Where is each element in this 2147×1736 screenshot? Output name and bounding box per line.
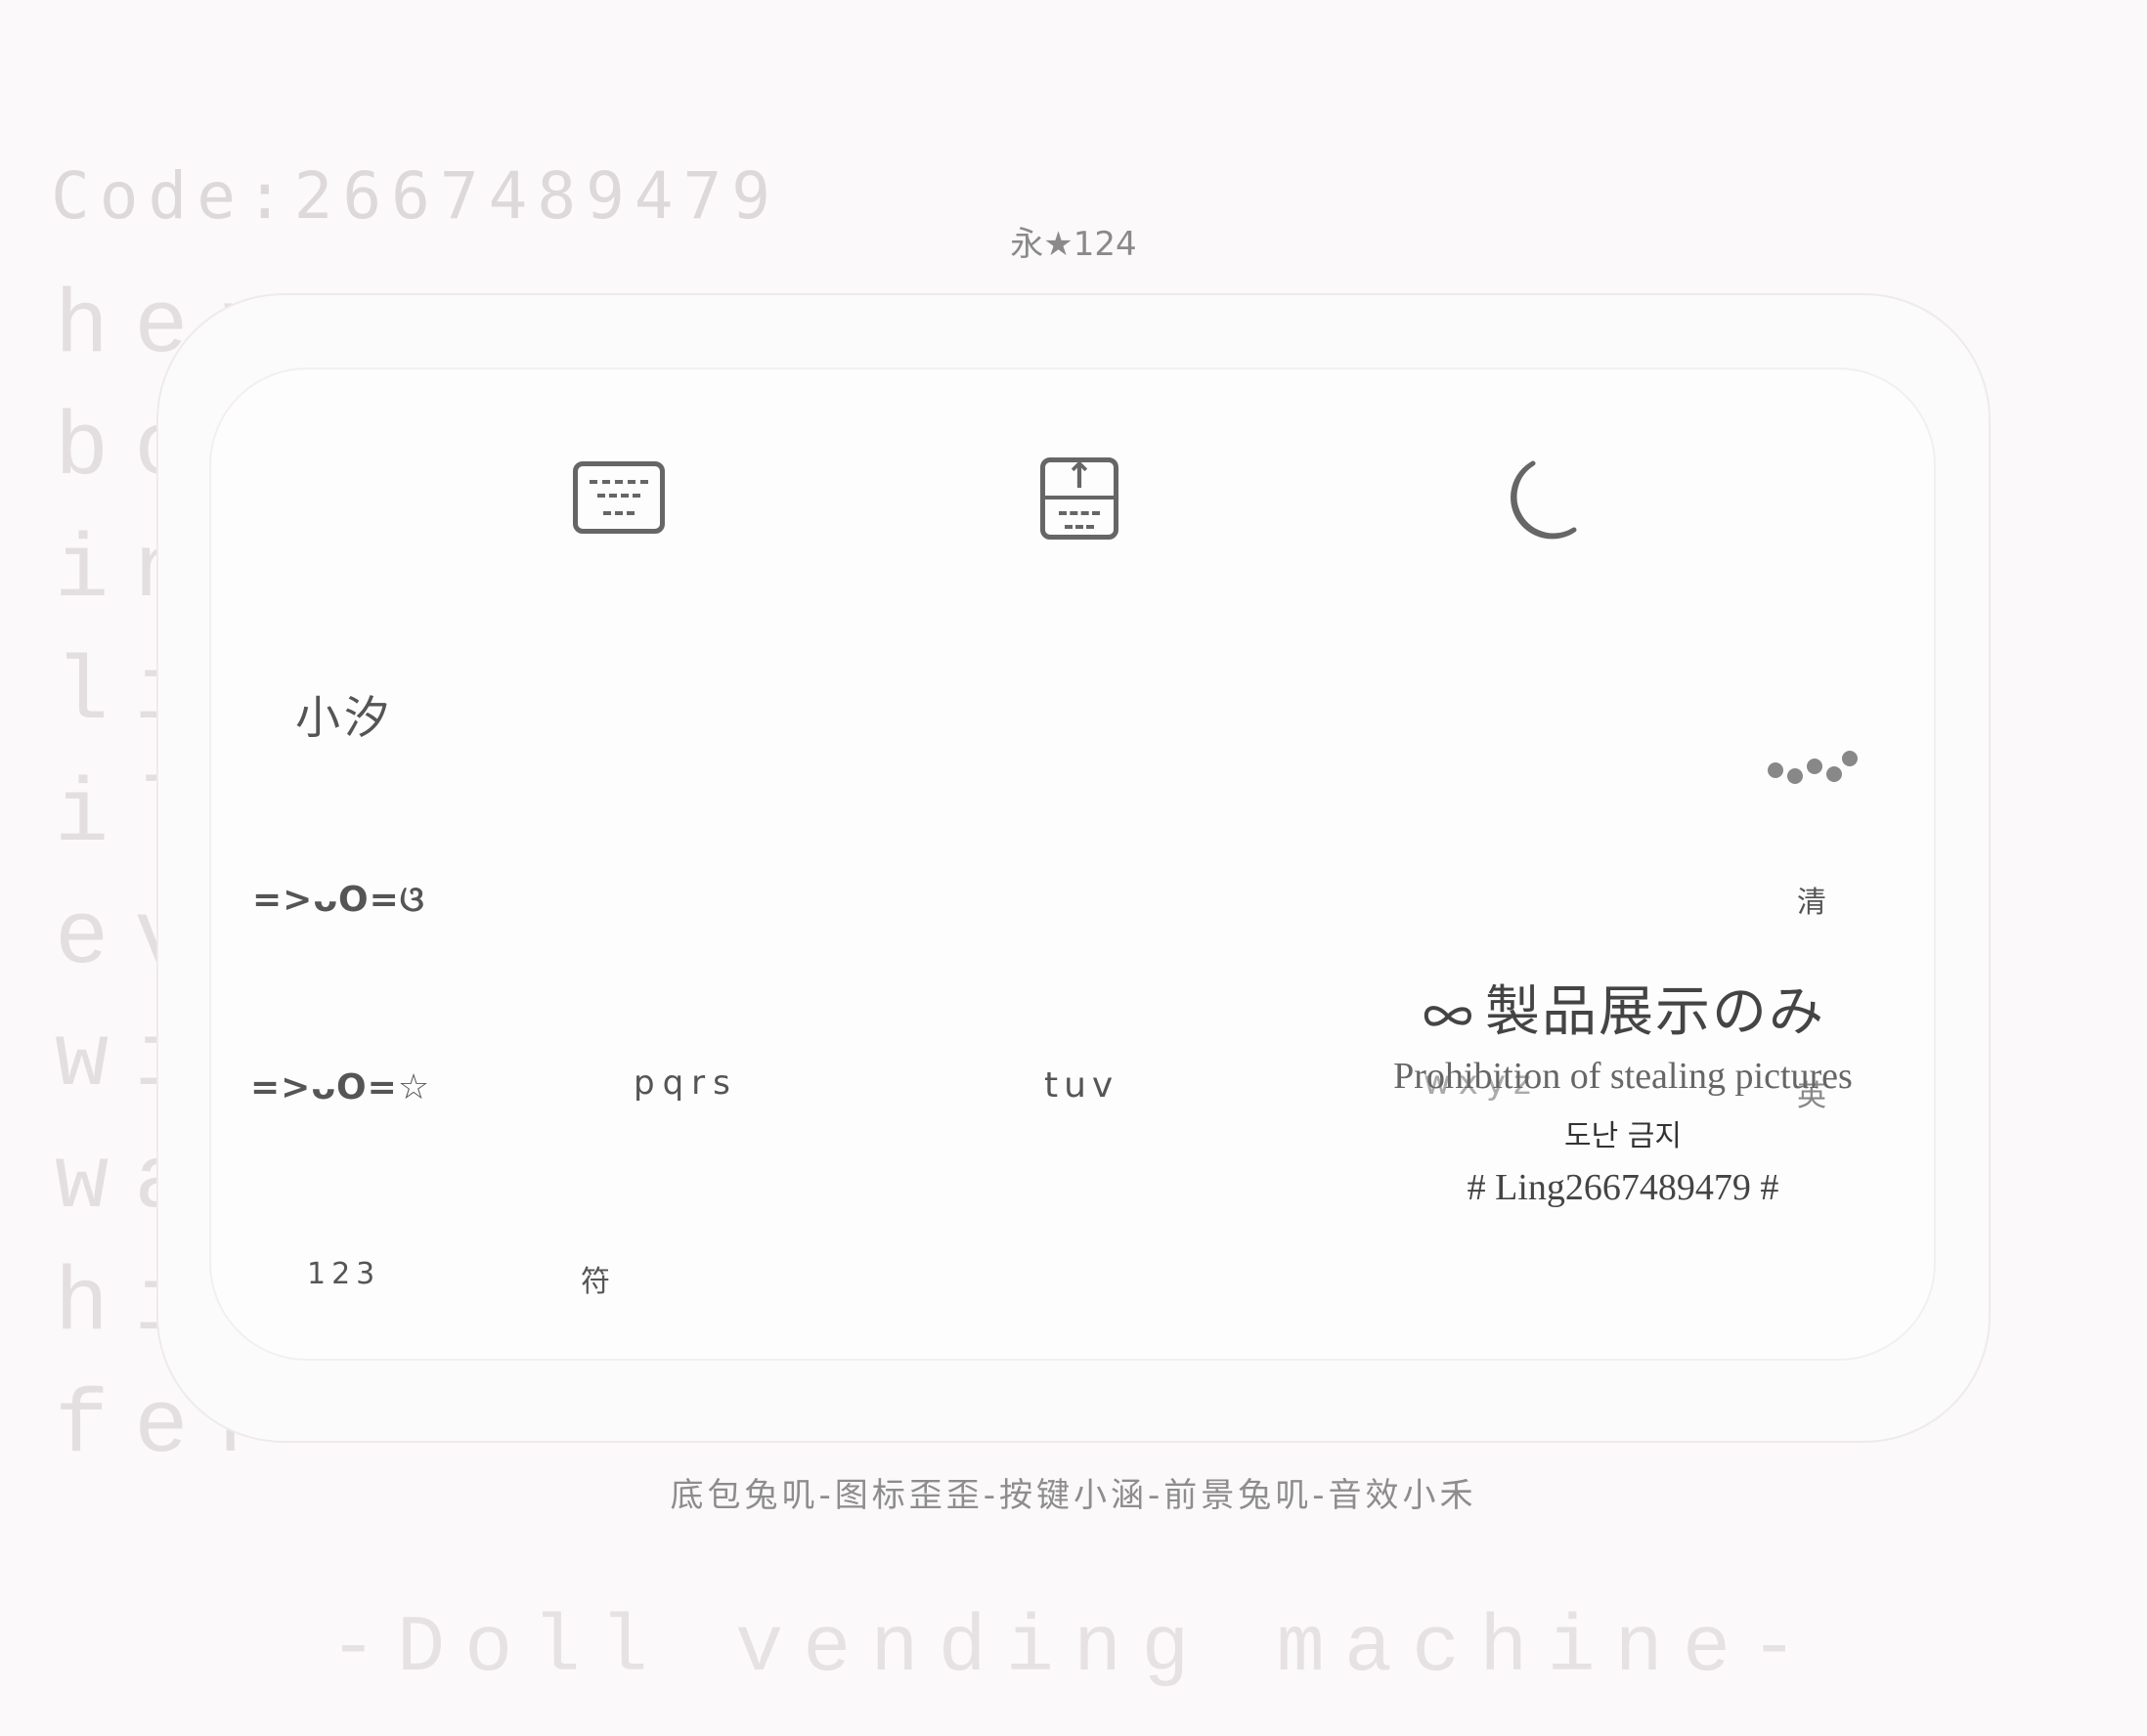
watermark-subtitle: Prohibition of stealing pictures [1393,1056,1853,1097]
watermark-title: 製品展示のみ [1485,980,1825,1044]
header-label: 永★124 [1010,225,1137,264]
credits: 底包兔叽-图标歪歪-按键小涵-前景兔叽-音效小禾 [670,1476,1477,1515]
watermark-hashtag: # Ling2667489479 # [1467,1167,1779,1208]
key-clear[interactable]: 清 [1797,878,1826,921]
keyboard-upload-icon[interactable]: ↑ [1040,456,1118,540]
key-name[interactable]: 小汐 [295,682,393,747]
key-symbols[interactable]: 符 [581,1257,610,1300]
bow-icon [1424,1005,1472,1026]
watermark-korean: 도난 금지 [1564,1119,1682,1153]
watermark-title-row: 製品展示のみ [1349,968,1897,1047]
key-pqrs[interactable]: pqrs [634,1063,738,1103]
watermark: 製品展示のみ Prohibition of stealing pictures … [1349,968,1897,1209]
key-emoticon-1[interactable]: =>ᴗO=ଓ [252,880,425,921]
key-numbers[interactable]: 123 [307,1257,380,1291]
background-footer: -Doll vending machine- [329,1603,1818,1694]
keyboard-icon[interactable] [573,461,665,534]
key-emoticon-2[interactable]: =>ᴗO=☆ [250,1067,430,1107]
moon-icon[interactable] [1494,454,1592,551]
key-tuv[interactable]: tuv [1044,1065,1118,1106]
more-dots-icon[interactable] [1766,745,1860,790]
